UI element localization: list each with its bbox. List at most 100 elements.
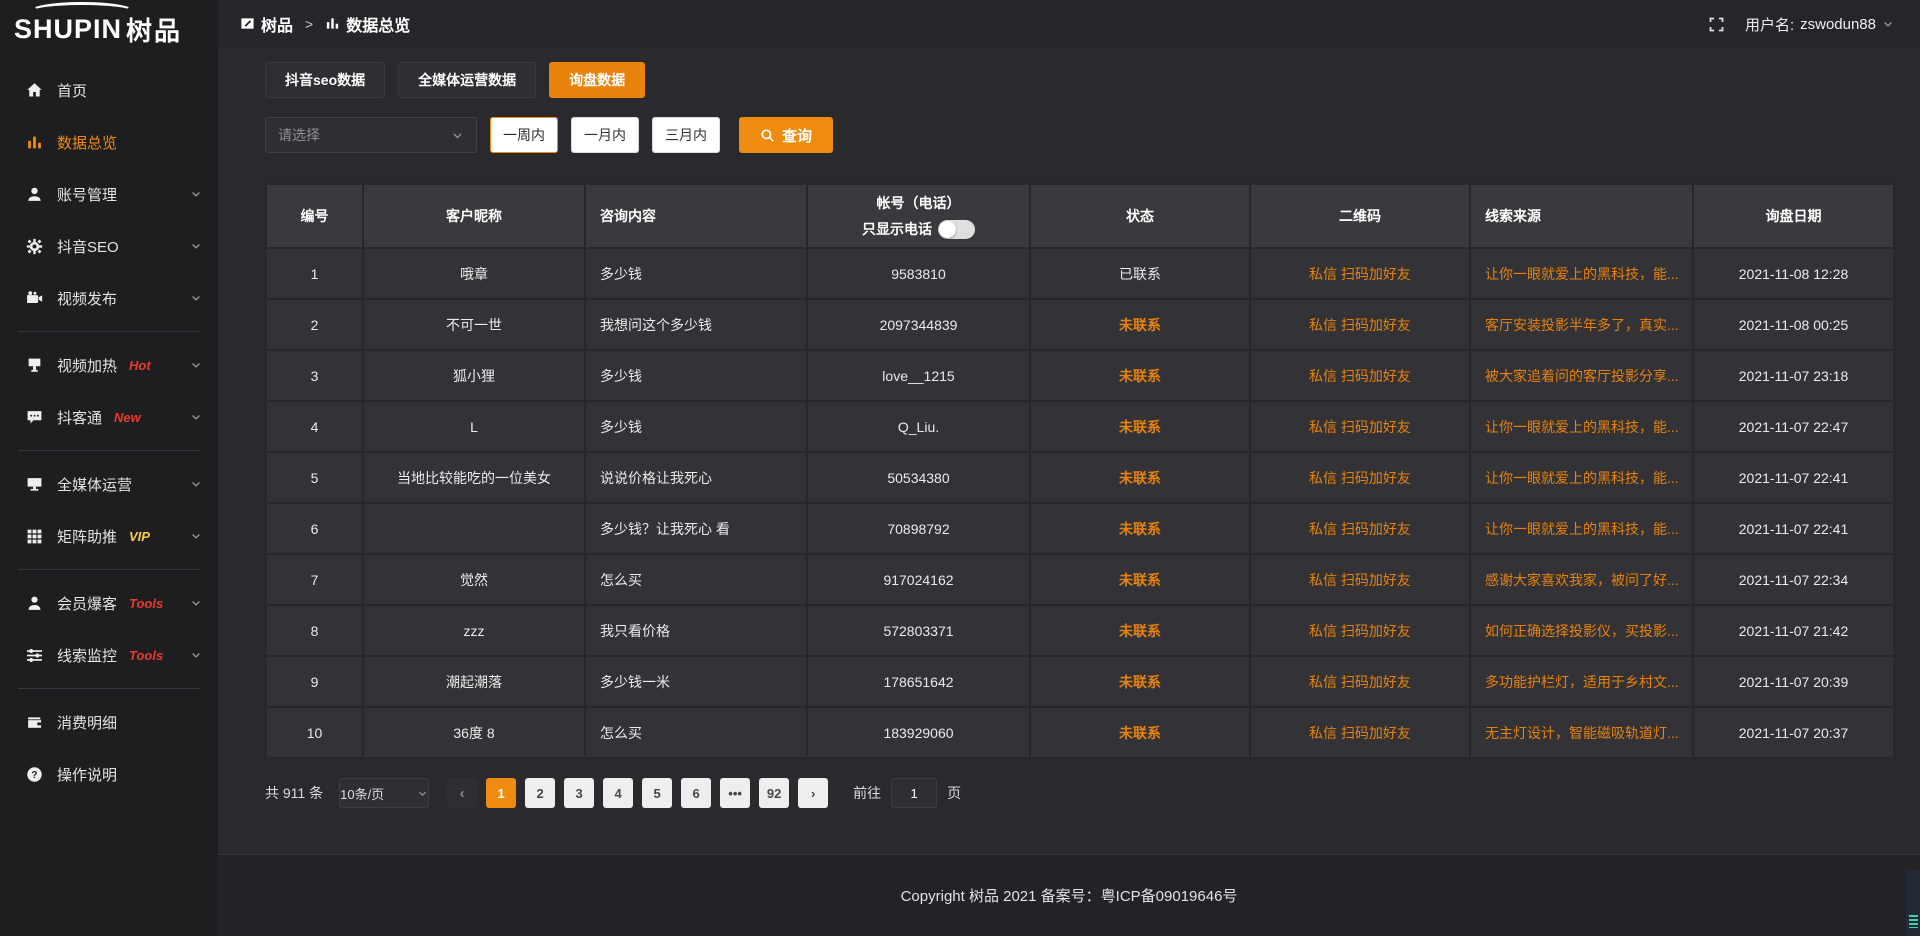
tools-badge: Tools (129, 648, 163, 663)
range-button-quarter[interactable]: 三月内 (652, 117, 720, 153)
sidebar-item-label: 抖音SEO (57, 236, 119, 257)
cell-nickname: L (363, 401, 585, 452)
cell-date: 2021-11-07 20:39 (1693, 656, 1894, 707)
page-button-1[interactable]: 1 (486, 778, 516, 808)
cell-account: 178651642 (807, 656, 1030, 707)
cell-id: 1 (266, 248, 363, 299)
lead-source-link[interactable]: 让你一眼就爱上的黑科技，能... (1485, 521, 1679, 537)
query-button[interactable]: 查询 (739, 117, 833, 153)
sidebar-item-matrix-boost[interactable]: 矩阵助推 VIP (0, 510, 218, 562)
logo-text-cn: 树品 (126, 11, 182, 48)
cell-date: 2021-11-07 20:37 (1693, 707, 1894, 758)
sidebar-item-video-heat[interactable]: 视频加热 Hot (0, 339, 218, 391)
sidebar-item-data-overview[interactable]: 数据总览 (0, 116, 218, 168)
user-menu[interactable]: 用户名: zswodun88 (1745, 14, 1894, 35)
lead-source-link[interactable]: 被大家追着问的客厅投影分享... (1485, 368, 1679, 384)
qrcode-actions[interactable]: 私信 扫码加好友 (1309, 725, 1411, 741)
lead-source-link[interactable]: 如何正确选择投影仪，买投影... (1485, 623, 1679, 639)
sidebar-item-video-publish[interactable]: 视频发布 (0, 272, 218, 324)
app-root: SHUPIN 树品 首页 数据总览 账号管理 (0, 0, 1920, 936)
plug-display-icon (26, 357, 43, 374)
status-text: 未联系 (1119, 470, 1161, 486)
sidebar-item-account-management[interactable]: 账号管理 (0, 168, 218, 220)
qrcode-actions[interactable]: 私信 扫码加好友 (1309, 419, 1411, 435)
page-button-4[interactable]: 4 (603, 778, 633, 808)
page-button-2[interactable]: 2 (525, 778, 555, 808)
username-label: 用户名: (1745, 14, 1794, 35)
cell-id: 7 (266, 554, 363, 605)
lead-source-link[interactable]: 无主灯设计，智能磁吸轨道灯... (1485, 725, 1679, 741)
next-page-button[interactable]: › (798, 778, 828, 808)
cell-id: 3 (266, 350, 363, 401)
column-header-status: 状态 (1030, 184, 1250, 248)
cell-account: 183929060 (807, 707, 1030, 758)
lead-source-link[interactable]: 感谢大家喜欢我家，被问了好... (1485, 572, 1679, 588)
lead-source-link[interactable]: 让你一眼就爱上的黑科技，能... (1485, 266, 1679, 282)
page-button-6[interactable]: 6 (681, 778, 711, 808)
sidebar-item-lead-monitor[interactable]: 线索监控 Tools (0, 629, 218, 681)
sidebar-item-label: 首页 (57, 80, 87, 101)
cell-content: 多少钱？让我死心 看 (585, 503, 807, 554)
cell-content: 怎么买 (585, 554, 807, 605)
qrcode-actions[interactable]: 私信 扫码加好友 (1309, 674, 1411, 690)
sidebar-item-omnimedia[interactable]: 全媒体运营 (0, 458, 218, 510)
sidebar-item-label: 会员爆客 (57, 593, 117, 614)
sidebar-item-douyin-seo[interactable]: 抖音SEO (0, 220, 218, 272)
fullscreen-icon[interactable] (1708, 16, 1725, 33)
floating-side-widget[interactable] (1906, 870, 1920, 936)
sidebar-item-label: 消费明细 (57, 712, 117, 733)
widget-stripe-icon (1909, 915, 1918, 928)
page-button-5[interactable]: 5 (642, 778, 672, 808)
goto-page-input[interactable] (891, 778, 937, 808)
range-button-week[interactable]: 一周内 (490, 117, 558, 153)
account-select[interactable]: 请选择 (265, 117, 477, 153)
chevron-down-icon (190, 530, 202, 542)
tab-douyin-seo-data[interactable]: 抖音seo数据 (265, 62, 385, 98)
lead-source-link[interactable]: 多功能护栏灯，适用于乡村文... (1485, 674, 1679, 690)
page-button-3[interactable]: 3 (564, 778, 594, 808)
column-header-nickname: 客户昵称 (363, 184, 585, 248)
chevron-down-icon (190, 411, 202, 423)
cell-content: 多少钱 (585, 248, 807, 299)
cell-nickname: 狐小狸 (363, 350, 585, 401)
lead-source-link[interactable]: 让你一眼就爱上的黑科技，能... (1485, 419, 1679, 435)
qrcode-actions[interactable]: 私信 扫码加好友 (1309, 317, 1411, 333)
board-icon (240, 16, 256, 32)
tab-inquiry-data[interactable]: 询盘数据 (549, 62, 645, 98)
qrcode-actions[interactable]: 私信 扫码加好友 (1309, 266, 1411, 282)
tab-omnimedia-data[interactable]: 全媒体运营数据 (398, 62, 536, 98)
sidebar-item-doketong[interactable]: 抖客通 New (0, 391, 218, 443)
tools-badge: Tools (129, 596, 163, 611)
cell-nickname: 不可一世 (363, 299, 585, 350)
lead-source-link[interactable]: 让你一眼就爱上的黑科技，能... (1485, 470, 1679, 486)
column-header-account: 帐号（电话） 只显示电话 (807, 184, 1030, 248)
sidebar-item-home[interactable]: 首页 (0, 64, 218, 116)
table-row: 4 L 多少钱 Q_Liu. 未联系 私信 扫码加好友 让你一眼就爱上的黑科技，… (266, 401, 1894, 452)
account-column-title: 帐号（电话） (808, 193, 1029, 213)
page-ellipsis-button[interactable]: ••• (720, 778, 750, 808)
goto-label: 前往 (853, 783, 881, 803)
lead-source-link[interactable]: 客厅安装投影半年多了，真实... (1485, 317, 1679, 333)
qrcode-actions[interactable]: 私信 扫码加好友 (1309, 470, 1411, 486)
qrcode-actions[interactable]: 私信 扫码加好友 (1309, 368, 1411, 384)
sidebar-item-instructions[interactable]: ? 操作说明 (0, 748, 218, 800)
chevron-down-icon (190, 597, 202, 609)
page-size-select[interactable]: 10条/页 (339, 778, 429, 808)
qrcode-actions[interactable]: 私信 扫码加好友 (1309, 521, 1411, 537)
sidebar-item-member-baoke[interactable]: 会员爆客 Tools (0, 577, 218, 629)
table-row: 6 多少钱？让我死心 看 70898792 未联系 私信 扫码加好友 让你一眼就… (266, 503, 1894, 554)
page-button-92[interactable]: 92 (759, 778, 789, 808)
qrcode-actions[interactable]: 私信 扫码加好友 (1309, 572, 1411, 588)
phone-only-toggle[interactable] (938, 220, 975, 239)
status-text: 未联系 (1119, 368, 1161, 384)
range-button-month[interactable]: 一月内 (571, 117, 639, 153)
cell-id: 2 (266, 299, 363, 350)
sidebar-item-spend-detail[interactable]: 消费明细 (0, 696, 218, 748)
bar-chart-icon (26, 134, 43, 151)
breadcrumb-root[interactable]: 树品 (261, 12, 293, 36)
prev-page-button[interactable]: ‹ (447, 778, 477, 808)
cell-date: 2021-11-07 22:47 (1693, 401, 1894, 452)
cell-date: 2021-11-08 00:25 (1693, 299, 1894, 350)
menu-divider (18, 450, 200, 451)
qrcode-actions[interactable]: 私信 扫码加好友 (1309, 623, 1411, 639)
